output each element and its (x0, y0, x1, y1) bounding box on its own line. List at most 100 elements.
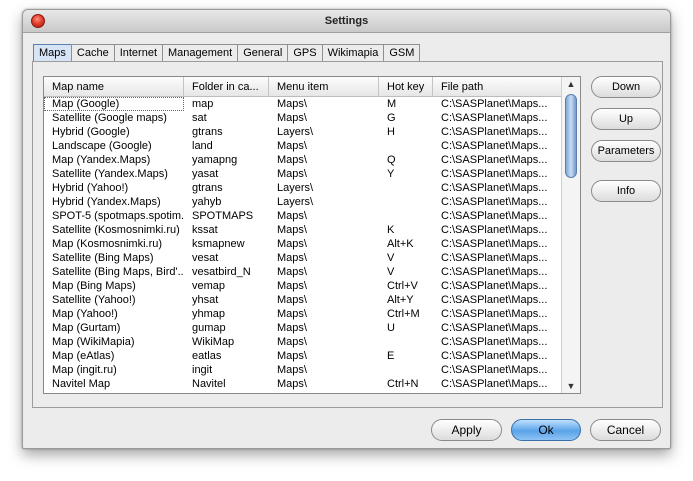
cell-menu-item: Maps\ (277, 322, 307, 334)
cell-file-path: C:\SASPlanet\Maps... (441, 238, 548, 250)
column-header-file-path[interactable]: File path (433, 77, 561, 97)
scroll-thumb[interactable] (565, 94, 577, 178)
cell-map-name: Map (Kosmosnimki.ru) (52, 238, 163, 250)
cell-folder: land (192, 140, 213, 152)
table-row[interactable]: SPOT-5 (spotmaps.spotim... SPOTMAPS Maps\ C… (44, 209, 561, 223)
cell-map-name: SPOT-5 (spotmaps.spotim... (52, 210, 184, 222)
tab-gsm[interactable]: GSM (383, 44, 421, 62)
info-button[interactable]: Info (591, 180, 661, 202)
down-button[interactable]: Down (591, 76, 661, 98)
cell-file-path: C:\SASPlanet\Maps... (441, 280, 548, 292)
table-row[interactable]: Landscape (Google) land Maps\ C:\SASPlanet\… (44, 139, 561, 153)
column-header-menu-item[interactable]: Menu item (269, 77, 379, 97)
tab-management[interactable]: Management (162, 44, 239, 62)
cell-hot-key (379, 195, 433, 209)
cell-folder: yhsat (192, 294, 219, 306)
cell-map-name: Hybrid (Yahoo!) (52, 182, 129, 194)
cell-menu-item: Maps\ (277, 308, 307, 320)
cell-hot-key: G (387, 112, 396, 124)
tab-strip: Maps Cache Internet Management General G… (33, 44, 421, 62)
tab-wikimapia[interactable]: Wikimapia (321, 44, 385, 62)
cell-menu-item: Layers\ (277, 196, 314, 208)
title-bar[interactable]: Settings (23, 10, 670, 33)
table-row[interactable]: Satellite (Bing Maps, Bird'... vesatbird_… (44, 265, 561, 279)
cell-hot-key: Ctrl+N (387, 378, 419, 390)
cell-menu-item: Maps\ (277, 168, 307, 180)
cell-folder: eatlas (192, 350, 222, 362)
parameters-button[interactable]: Parameters (591, 140, 661, 162)
column-header-hot-key[interactable]: Hot key (379, 77, 433, 97)
cell-folder: gumap (192, 322, 226, 334)
cell-hot-key: Q (387, 154, 396, 166)
cancel-button[interactable]: Cancel (590, 419, 661, 441)
cell-menu-item: Maps\ (277, 364, 307, 376)
cell-file-path: C:\SASPlanet\Maps... (441, 140, 548, 152)
table-row[interactable]: Map (Yahoo!) yhmap Maps\ Ctrl+M C:\SASPlanet… (44, 307, 561, 321)
cell-hot-key: K (387, 224, 395, 236)
cell-folder: SPOTMAPS (192, 210, 254, 222)
list-body: Map (Google) map Maps\ M C:\SASPlanet\Maps..… (44, 97, 561, 393)
scroll-up-icon[interactable]: ▲ (562, 77, 580, 91)
list-scrollbar[interactable]: ▲ ▼ (561, 77, 580, 393)
cell-folder: gtrans (192, 126, 223, 138)
cell-menu-item: Maps\ (277, 210, 307, 222)
cell-menu-item: Maps\ (277, 266, 307, 278)
cell-file-path: C:\SASPlanet\Maps... (441, 336, 548, 348)
cell-hot-key: Alt+K (387, 238, 414, 250)
cell-file-path: C:\SASPlanet\Maps... (441, 196, 548, 208)
cell-menu-item: Maps\ (277, 140, 307, 152)
table-row[interactable]: Map (WikiMapia) WikiMap Maps\ C:\SASPlanet\… (44, 335, 561, 349)
cell-menu-item: Maps\ (277, 294, 307, 306)
cell-menu-item: Maps\ (277, 98, 307, 110)
tab-general[interactable]: General (237, 44, 289, 62)
cell-folder: Navitel (192, 378, 226, 390)
cell-folder: sat (192, 112, 207, 124)
cell-map-name: Satellite (Bing Maps, Bird'... (52, 266, 184, 278)
window-title: Settings (324, 15, 369, 27)
cell-menu-item: Layers\ (277, 182, 314, 194)
cell-folder: ingit (192, 364, 213, 376)
apply-button[interactable]: Apply (431, 419, 502, 441)
cell-hot-key (379, 181, 433, 195)
maps-list[interactable]: Map name Folder in ca... Menu item Hot k… (43, 76, 581, 394)
ok-button[interactable]: Ok (511, 419, 581, 441)
up-button[interactable]: Up (591, 108, 661, 130)
cell-folder: ksmapnew (192, 238, 245, 250)
table-row[interactable]: Satellite (Bing Maps) vesat Maps\ V C:\SASPl… (44, 251, 561, 265)
cell-hot-key: H (387, 126, 395, 138)
table-row[interactable]: Map (eAtlas) eatlas Maps\ E C:\SASPlanet\Map… (44, 349, 561, 363)
cell-hot-key: E (387, 350, 395, 362)
table-row[interactable]: Satellite (Yandex.Maps) yasat Maps\ Y C:\SAS… (44, 167, 561, 181)
table-row[interactable]: Map (Gurtam) gumap Maps\ U C:\SASPlanet\Maps… (44, 321, 561, 335)
table-row[interactable]: Map (Kosmosnimki.ru) ksmapnew Maps\ Alt+K C:… (44, 237, 561, 251)
table-row[interactable]: Hybrid (Yahoo!) gtrans Layers\ C:\SASPlanet… (44, 181, 561, 195)
tab-internet[interactable]: Internet (113, 44, 164, 62)
tab-gps[interactable]: GPS (287, 44, 323, 62)
cell-hot-key: V (387, 266, 395, 278)
table-row[interactable]: Hybrid (Yandex.Maps) yahyb Layers\ C:\SASPl… (44, 195, 561, 209)
cell-file-path: C:\SASPlanet\Maps... (441, 294, 548, 306)
list-header: Map name Folder in ca... Menu item Hot k… (44, 77, 561, 97)
table-row[interactable]: Map (Bing Maps) vemap Maps\ Ctrl+V C:\SASPla… (44, 279, 561, 293)
table-row[interactable]: Map (Google) map Maps\ M C:\SASPlanet\Maps..… (44, 97, 561, 111)
cell-hot-key: V (387, 252, 395, 264)
cell-file-path: C:\SASPlanet\Maps... (441, 224, 548, 236)
cell-file-path: C:\SASPlanet\Maps... (441, 252, 548, 264)
table-row[interactable]: Satellite (Kosmosnimki.ru) kssat Maps\ K C:\… (44, 223, 561, 237)
tab-cache[interactable]: Cache (70, 44, 115, 62)
cell-map-name: Map (WikiMapia) (52, 336, 135, 348)
table-row[interactable]: Map (ingit.ru) ingit Maps\ C:\SASPlanet\Map… (44, 363, 561, 377)
table-row[interactable]: Satellite (Google maps) sat Maps\ G C:\SASPl… (44, 111, 561, 125)
cell-file-path: C:\SASPlanet\Maps... (441, 266, 548, 278)
column-header-map-name[interactable]: Map name (44, 77, 184, 97)
table-row[interactable]: Satellite (Yahoo!) yhsat Maps\ Alt+Y C:\SASP… (44, 293, 561, 307)
scroll-down-icon[interactable]: ▼ (562, 379, 580, 393)
table-row[interactable]: Map (Yandex.Maps) yamapng Maps\ Q C:\SASPlan… (44, 153, 561, 167)
table-row[interactable]: Hybrid (Google) gtrans Layers\ H C:\SASPlane… (44, 125, 561, 139)
table-row[interactable]: Navitel Map Navitel Maps\ Ctrl+N C:\SASPlane… (44, 377, 561, 391)
column-header-folder[interactable]: Folder in ca... (184, 77, 269, 97)
cell-menu-item: Maps\ (277, 350, 307, 362)
cell-hot-key (379, 363, 433, 377)
cell-folder: yamapng (192, 154, 238, 166)
tab-maps[interactable]: Maps (33, 44, 72, 62)
